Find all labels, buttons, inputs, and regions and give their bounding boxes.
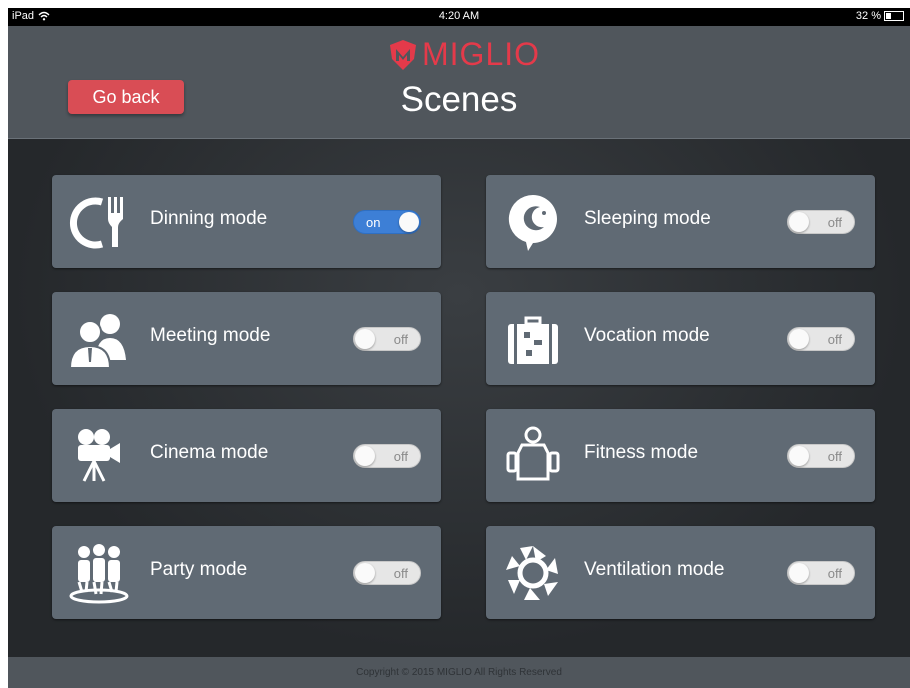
scene-card-ventilation: Ventilation mode off <box>486 526 875 619</box>
dining-icon <box>69 197 123 249</box>
dinning-mode-toggle[interactable]: on <box>353 210 421 234</box>
header: MIGLIO Go back Scenes <box>8 26 910 139</box>
party-mode-toggle[interactable]: off <box>353 561 421 585</box>
status-bar: iPad 4:20 AM 32 % <box>8 8 910 26</box>
toggle-state: off <box>393 566 408 581</box>
toggle-state: off <box>827 332 842 347</box>
sleeping-moon-icon <box>508 194 557 251</box>
battery-icon <box>884 11 904 21</box>
ventilation-mode-toggle[interactable]: off <box>787 561 855 585</box>
toggle-knob <box>789 446 809 466</box>
scene-card-meeting: Meeting mode off <box>52 292 441 385</box>
toggle-state: off <box>393 449 408 464</box>
fitness-mode-toggle[interactable]: off <box>787 444 855 468</box>
toggle-state: off <box>827 566 842 581</box>
toggle-knob <box>399 212 419 232</box>
scene-card-party: Party mode off <box>52 526 441 619</box>
toggle-state: off <box>827 215 842 230</box>
status-time: 4:20 AM <box>438 10 480 22</box>
toggle-knob <box>355 563 375 583</box>
suitcase-icon <box>508 316 558 364</box>
copyright-text: Copyright © 2015 MIGLIO All Rights Reser… <box>356 667 562 678</box>
toggle-knob <box>789 329 809 349</box>
fitness-icon <box>506 426 560 481</box>
battery-percent: 32 % <box>855 10 881 22</box>
toggle-knob <box>355 446 375 466</box>
toggle-state: off <box>827 449 842 464</box>
scene-card-dinning: Dinning mode on <box>52 175 441 268</box>
ventilation-fan-icon <box>506 546 558 600</box>
toggle-knob <box>789 563 809 583</box>
miglio-shield-icon <box>390 39 416 70</box>
toggle-knob <box>789 212 809 232</box>
scene-label: Dinning mode <box>150 208 268 229</box>
sleeping-mode-toggle[interactable]: off <box>787 210 855 234</box>
meeting-mode-toggle[interactable]: off <box>353 327 421 351</box>
meeting-people-icon <box>68 314 126 369</box>
scene-label: Ventilation mode <box>584 559 725 580</box>
toggle-knob <box>355 329 375 349</box>
movie-camera-icon <box>78 429 120 482</box>
scene-label: Sleeping mode <box>584 208 711 229</box>
scene-grid: Dinning mode on Sleeping mode off Meetin… <box>8 139 910 657</box>
scene-label: Vocation mode <box>584 325 710 346</box>
party-people-icon <box>69 544 129 604</box>
scene-card-vocation: Vocation mode off <box>486 292 875 385</box>
scene-label: Party mode <box>150 559 248 580</box>
scene-label: Cinema mode <box>150 442 269 463</box>
brand-logo: MIGLIO <box>388 36 540 73</box>
logo-text: MIGLIO <box>422 36 541 72</box>
app-screen: iPad 4:20 AM 32 % MIGLIO Go back Scenes <box>8 8 910 688</box>
toggle-state: off <box>393 332 408 347</box>
scene-card-fitness: Fitness mode off <box>486 409 875 502</box>
footer: Copyright © 2015 MIGLIO All Rights Reser… <box>8 657 910 688</box>
scene-card-cinema: Cinema mode off <box>52 409 441 502</box>
scene-label: Meeting mode <box>150 325 271 346</box>
vocation-mode-toggle[interactable]: off <box>787 327 855 351</box>
scene-label: Fitness mode <box>584 442 699 463</box>
toggle-state: on <box>366 215 381 230</box>
scene-card-sleeping: Sleeping mode off <box>486 175 875 268</box>
cinema-mode-toggle[interactable]: off <box>353 444 421 468</box>
page-title: Scenes <box>400 80 518 119</box>
